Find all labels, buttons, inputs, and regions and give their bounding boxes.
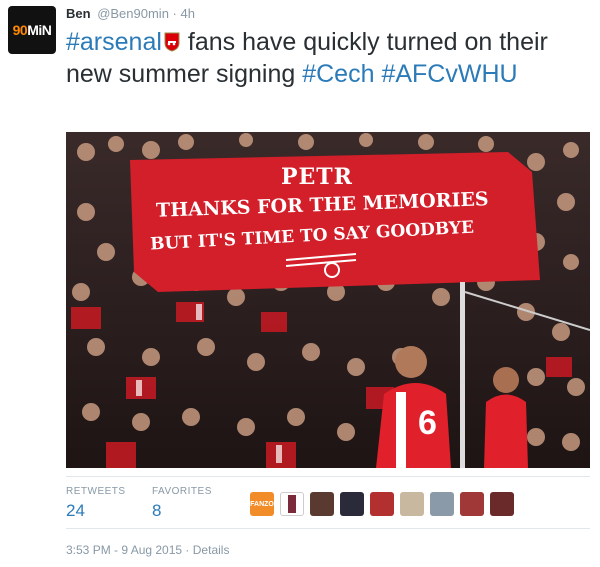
favoriter-avatar[interactable] xyxy=(430,492,454,516)
favoriter-avatar[interactable] xyxy=(460,492,484,516)
author-name[interactable]: Ben xyxy=(66,6,91,21)
favoriter-avatar[interactable] xyxy=(310,492,334,516)
fanzo-avatar-label: FANZO xyxy=(250,500,274,508)
tweet-text: #arsenal fans have quickly turned on the… xyxy=(66,26,586,90)
retweets-label: RETWEETS xyxy=(66,486,126,497)
favorites-stat[interactable]: FAVORITES 8 xyxy=(152,486,212,521)
arsenal-crest-icon xyxy=(164,32,180,52)
divider-top xyxy=(66,476,590,477)
tweet-text-rest-1: fans have quickly turned on xyxy=(187,28,493,56)
tweet-photo[interactable]: PETR THANKS FOR THE MEMORIES BUT IT'S TI… xyxy=(66,132,590,468)
favorites-label: FAVORITES xyxy=(152,486,212,497)
retweets-count: 24 xyxy=(66,501,85,520)
tweet-timestamp[interactable]: 3:53 PM - 9 Aug 2015 xyxy=(66,543,182,557)
hashtag-afcvwhu[interactable]: #AFCvWHU xyxy=(381,60,517,88)
favoriter-avatar[interactable] xyxy=(280,492,304,516)
favoriter-avatar[interactable]: FANZO xyxy=(250,492,274,516)
details-link[interactable]: Details xyxy=(193,543,230,557)
player-number: 6 xyxy=(418,404,437,442)
favoriter-avatar[interactable] xyxy=(340,492,364,516)
favoriter-avatar[interactable] xyxy=(400,492,424,516)
favoriter-avatar[interactable] xyxy=(370,492,394,516)
author-handle[interactable]: @Ben90min · 4h xyxy=(97,6,195,21)
banner-line-1: PETR xyxy=(281,164,353,190)
hashtag-arsenal[interactable]: #arsenal xyxy=(66,28,162,56)
favoriter-avatar[interactable] xyxy=(490,492,514,516)
tweet-meta: 3:53 PM - 9 Aug 2015 · Details xyxy=(66,543,229,557)
favorited-by-list: FANZO xyxy=(250,492,514,516)
meta-separator: · xyxy=(182,543,193,557)
avatar-logo: 90MiN xyxy=(12,22,52,38)
divider-bottom xyxy=(66,528,590,529)
avatar[interactable]: 90MiN xyxy=(8,6,56,54)
favorites-count: 8 xyxy=(152,501,162,520)
tweet-header: Ben @Ben90min · 4h xyxy=(66,6,195,21)
hashtag-cech[interactable]: #Cech xyxy=(302,60,374,88)
retweets-stat[interactable]: RETWEETS 24 xyxy=(66,486,126,521)
